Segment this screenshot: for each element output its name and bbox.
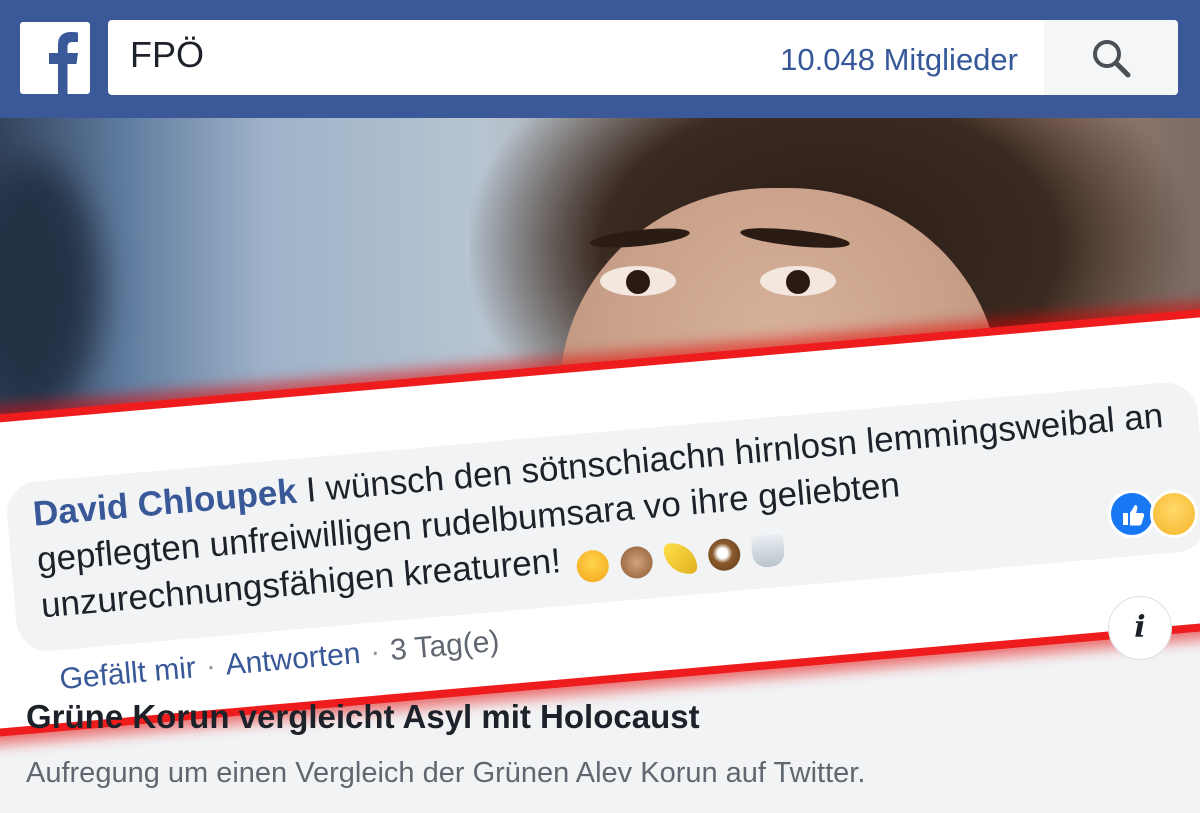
- link-description: Aufregung um einen Vergleich der Grünen …: [26, 757, 866, 789]
- facebook-top-bar: FPÖ 10.048 Mitglieder: [0, 0, 1200, 118]
- photo-eye-left: [600, 266, 676, 296]
- monkey-emoji-icon: [619, 544, 655, 580]
- separator-dot: ·: [204, 649, 218, 684]
- separator-dot: ·: [368, 635, 382, 669]
- coconut-emoji-icon: [707, 537, 742, 572]
- search-bar[interactable]: FPÖ 10.048 Mitglieder: [108, 20, 1178, 95]
- banana-emoji-icon: [663, 540, 698, 576]
- comment-bubble: David Chloupek I wünsch den sötnschiachn…: [4, 380, 1200, 654]
- search-query-text[interactable]: FPÖ: [130, 34, 204, 76]
- member-count: 10.048 Mitglieder: [780, 42, 1018, 77]
- toilet-emoji-icon: [750, 533, 786, 568]
- photo-eye-right: [760, 266, 836, 296]
- haha-reaction-icon: [1150, 490, 1198, 538]
- wink-emoji-icon: [575, 548, 611, 584]
- reply-link[interactable]: Antworten: [224, 637, 361, 682]
- magnifier-icon: [1093, 40, 1131, 78]
- reaction-summary[interactable]: [1108, 490, 1200, 540]
- like-reaction-icon: [1108, 490, 1156, 538]
- photo-background-figure: [0, 158, 100, 418]
- comment-timestamp[interactable]: 3 Tag(e): [389, 625, 501, 667]
- info-icon[interactable]: i: [1108, 596, 1172, 660]
- search-button[interactable]: [1044, 20, 1178, 95]
- facebook-f-icon[interactable]: [20, 22, 90, 94]
- like-link[interactable]: Gefällt mir: [58, 651, 197, 696]
- emoji-row: [575, 524, 798, 589]
- link-title[interactable]: Grüne Korun vergleicht Asyl mit Holocaus…: [26, 698, 700, 736]
- comment-body: David Chloupek I wünsch den sötnschiachn…: [31, 392, 1189, 636]
